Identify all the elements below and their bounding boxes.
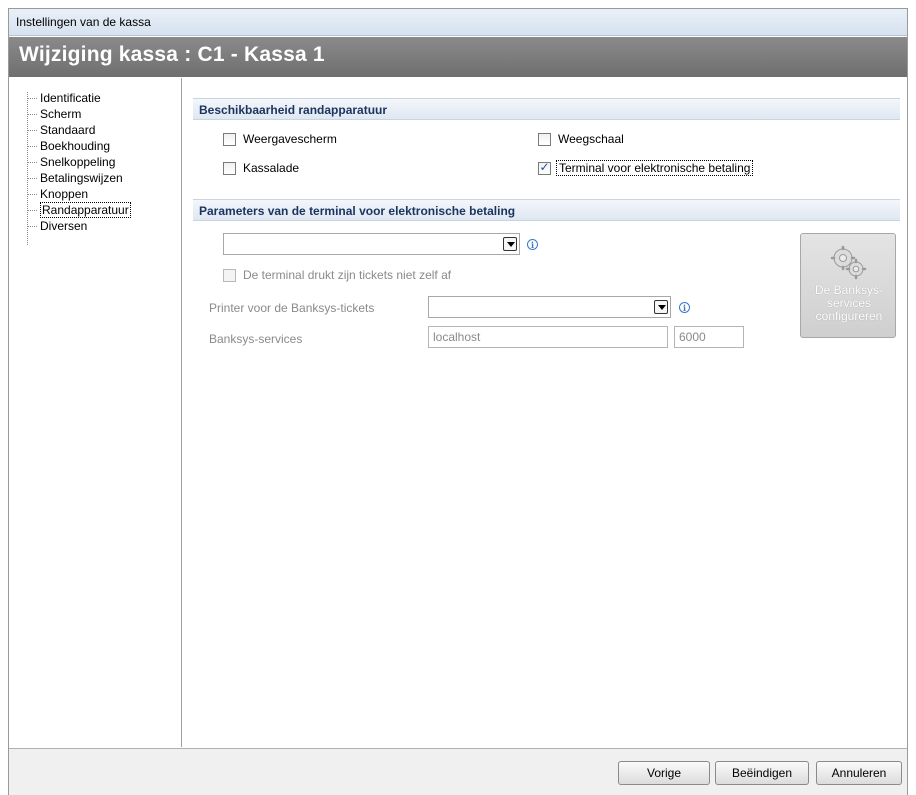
cash-drawer-label: Kassalade	[243, 161, 300, 175]
display-screen-label: Weergavescherm	[243, 132, 337, 146]
payment-terminal-label: Terminal voor elektronische betaling	[556, 160, 754, 176]
window-title: Instellingen van de kassa	[16, 15, 151, 29]
scale-label: Weegschaal	[558, 132, 624, 146]
sidebar-item-standaard[interactable]: Standaard	[27, 122, 131, 138]
tree-list: Identificatie Scherm Standaard Boekhoudi…	[27, 90, 131, 234]
sidebar-item-identificatie[interactable]: Identificatie	[27, 90, 131, 106]
payment-terminal-checkbox[interactable]: ✓ Terminal voor elektronische betaling	[538, 160, 778, 177]
info-icon[interactable]: i	[679, 302, 690, 313]
availability-heading: Beschikbaarheid randapparatuur	[199, 103, 388, 117]
finish-button[interactable]: Beëindigen	[715, 761, 809, 785]
sidebar-item-scherm[interactable]: Scherm	[27, 106, 131, 122]
sidebar-item-boekhouding[interactable]: Boekhouding	[27, 138, 131, 154]
settings-tree: Identificatie Scherm Standaard Boekhoudi…	[9, 78, 182, 747]
display-screen-checkbox[interactable]: Weergavescherm	[223, 132, 423, 148]
title-bar: Instellingen van de kassa	[9, 9, 907, 36]
main-panel: Beschikbaarheid randapparatuur Weergaves…	[183, 78, 907, 747]
services-port-input[interactable]: 6000	[674, 326, 744, 348]
chevron-down-icon[interactable]	[654, 300, 668, 314]
no-print-tickets-label: De terminal drukt zijn tickets niet zelf…	[243, 268, 452, 282]
checkbox-box	[223, 133, 236, 146]
chevron-down-icon[interactable]	[503, 237, 517, 251]
availability-section-header: Beschikbaarheid randapparatuur	[193, 98, 900, 120]
configure-banksys-label: De Banksys-services configureren	[814, 283, 884, 323]
cancel-button[interactable]: Annuleren	[816, 761, 902, 785]
terminal-heading: Parameters van de terminal voor elektron…	[199, 204, 516, 218]
no-print-tickets-checkbox[interactable]: De terminal drukt zijn tickets niet zelf…	[223, 268, 523, 284]
sidebar-item-knoppen[interactable]: Knoppen	[27, 186, 131, 202]
gears-icon	[830, 245, 867, 280]
checkbox-box	[223, 269, 236, 282]
printer-select[interactable]	[428, 296, 671, 318]
checkbox-box: ✓	[538, 160, 551, 175]
page-title: Wijziging kassa : C1 - Kassa 1	[19, 43, 325, 66]
checkbox-box	[223, 162, 236, 175]
cash-drawer-checkbox[interactable]: Kassalade	[223, 161, 423, 177]
sidebar-item-snelkoppeling[interactable]: Snelkoppeling	[27, 154, 131, 170]
page-header: Wijziging kassa : C1 - Kassa 1	[9, 37, 907, 77]
info-icon[interactable]: i	[527, 239, 538, 250]
checkbox-box	[538, 133, 551, 146]
sidebar-item-diversen[interactable]: Diversen	[27, 218, 131, 234]
check-icon: ✓	[539, 160, 550, 174]
settings-window: Instellingen van de kassa Wijziging kass…	[8, 8, 908, 795]
footer-bar: Vorige Beëindigen Annuleren	[9, 748, 907, 795]
services-label: Banksys-services	[209, 332, 303, 346]
scale-checkbox[interactable]: Weegschaal	[538, 132, 738, 148]
terminal-type-select[interactable]	[223, 233, 520, 255]
previous-button[interactable]: Vorige	[618, 761, 710, 785]
sidebar-item-betalingswijzen[interactable]: Betalingswijzen	[27, 170, 131, 186]
printer-label: Printer voor de Banksys-tickets	[209, 301, 375, 315]
services-host-input[interactable]: localhost	[428, 326, 668, 348]
sidebar-item-randapparatuur[interactable]: Randapparatuur	[27, 202, 131, 218]
terminal-section-header: Parameters van de terminal voor elektron…	[193, 199, 900, 221]
configure-banksys-button[interactable]: De Banksys-services configureren	[800, 233, 896, 338]
